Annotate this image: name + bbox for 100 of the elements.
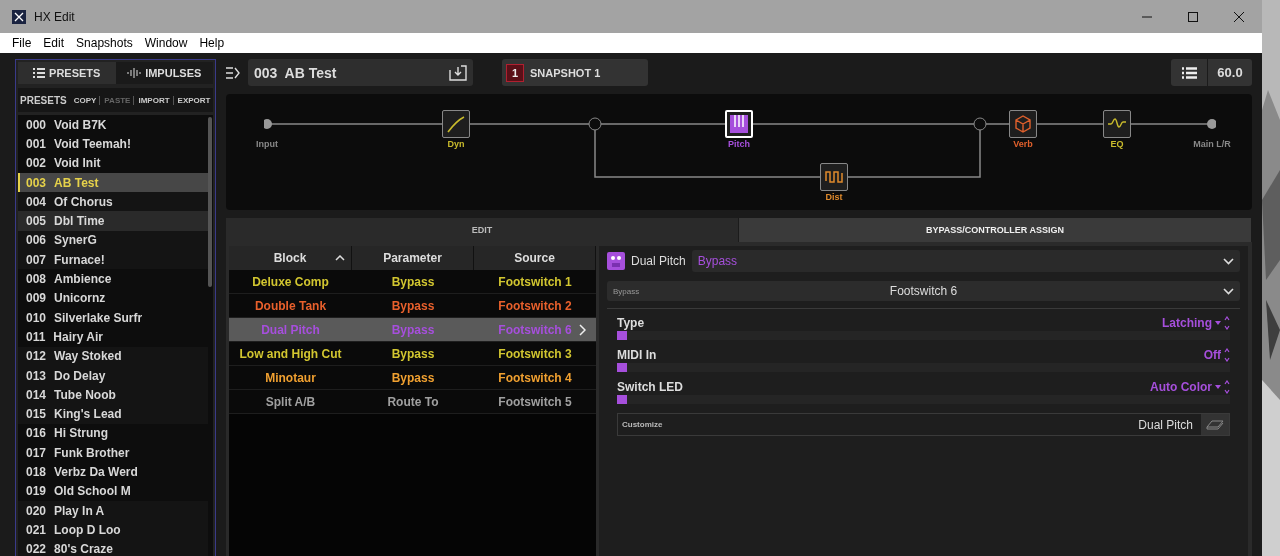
- preset-name: Dbl Time: [54, 214, 105, 229]
- table-cell: Bypass: [391, 322, 435, 337]
- preset-name: Void B7K: [54, 117, 107, 132]
- preset-item[interactable]: 017 Funk Brother: [18, 443, 208, 463]
- preset-item[interactable]: 013 Do Delay: [18, 365, 208, 386]
- preset-name: Silverlake Surfr: [54, 310, 143, 325]
- column-header[interactable]: Block: [229, 246, 352, 270]
- maximize-icon: [1188, 11, 1198, 22]
- spinner-icon[interactable]: [1224, 316, 1230, 330]
- column-header[interactable]: Parameter: [352, 246, 474, 270]
- toolbar-action[interactable]: COPY: [73, 95, 97, 105]
- preset-name: Loop D Loo: [54, 522, 121, 537]
- table-cell: Bypass: [391, 370, 435, 385]
- preset-item[interactable]: 003 AB Test: [18, 172, 208, 193]
- preset-number: 008: [26, 272, 47, 286]
- effect-block[interactable]: [1103, 110, 1131, 138]
- preset-item[interactable]: 006 SynerG: [18, 230, 208, 251]
- table-cell: Minotaur: [265, 370, 316, 385]
- slider-track[interactable]: [617, 331, 1230, 340]
- cube-icon: [1013, 114, 1033, 134]
- preset-name: SynerG: [54, 233, 97, 248]
- tempo-display[interactable]: 60.0: [1208, 59, 1252, 86]
- input-label: Input: [256, 139, 278, 149]
- close-icon: [1234, 11, 1244, 22]
- eraser-icon: [1206, 419, 1224, 430]
- preset-name: Way Stoked: [54, 349, 122, 364]
- setting-value[interactable]: Latching: [1162, 316, 1212, 330]
- block-label: EQ: [1110, 139, 1124, 149]
- menu-item[interactable]: File: [6, 36, 38, 50]
- preset-number: 002: [26, 156, 47, 171]
- spinner-icon[interactable]: [1224, 380, 1230, 394]
- library-tab[interactable]: IMPULSES: [115, 62, 213, 84]
- preset-item[interactable]: 005 Dbl Time: [18, 211, 208, 231]
- table-row[interactable]: Split A/B Route To Footswitch 5: [229, 390, 596, 414]
- preset-item[interactable]: 008 Ambience: [18, 269, 208, 289]
- editor-tab[interactable]: EDIT: [226, 218, 739, 242]
- menu-item[interactable]: Edit: [37, 36, 71, 50]
- menu-item[interactable]: Snapshots: [70, 36, 139, 50]
- preset-number: 007: [26, 252, 47, 267]
- table-cell: Bypass: [391, 346, 435, 361]
- setting-value[interactable]: Auto Color: [1150, 380, 1212, 394]
- preset-item[interactable]: 016 Hi Strung: [18, 423, 208, 444]
- preset-number: 005: [26, 214, 47, 229]
- table-row[interactable]: Deluxe Comp Bypass Footswitch 1: [229, 270, 596, 294]
- menu-item[interactable]: Window: [138, 36, 194, 50]
- snapshot-button[interactable]: 1 SNAPSHOT 1: [502, 59, 648, 86]
- toolbar-action[interactable]: EXPORT: [172, 95, 211, 105]
- chevron-right-icon: [579, 324, 586, 336]
- preset-item[interactable]: 004 Of Chorus: [18, 192, 208, 212]
- window-title: HX Edit: [34, 9, 75, 24]
- preset-name: Of Chorus: [54, 194, 113, 209]
- preset-name-field[interactable]: 003 AB Test: [248, 59, 473, 86]
- preset-item[interactable]: 012 Way Stoked: [18, 346, 208, 366]
- column-header[interactable]: Source: [474, 246, 596, 270]
- slider-track[interactable]: [617, 363, 1230, 372]
- preset-item[interactable]: 000 Void B7K: [18, 115, 208, 135]
- effect-block[interactable]: [442, 110, 470, 138]
- toolbar-action[interactable]: IMPORT: [133, 95, 170, 105]
- preset-item[interactable]: 020 Play In A: [18, 500, 208, 521]
- table-row[interactable]: Double Tank Bypass Footswitch 2: [229, 294, 596, 318]
- sort-up-icon: [335, 255, 345, 261]
- menu-arrow-icon[interactable]: [226, 66, 240, 79]
- preset-item[interactable]: 010 Silverlake Surfr: [18, 307, 208, 328]
- setting-value[interactable]: Off: [1203, 348, 1221, 362]
- menu-item[interactable]: Help: [193, 36, 231, 50]
- preset-number: 010: [26, 310, 47, 325]
- library-tab[interactable]: PRESETS: [18, 62, 116, 84]
- table-row[interactable]: Low and High Cut Bypass Footswitch 3: [229, 342, 596, 366]
- preset-item[interactable]: 007 Furnace!: [18, 250, 208, 270]
- preset-item[interactable]: 001 Void Teemah!: [18, 134, 208, 154]
- source-dropdown[interactable]: Bypass Footswitch 6: [607, 281, 1240, 301]
- table-cell: Double Tank: [254, 298, 327, 313]
- list-view-button[interactable]: [1171, 59, 1207, 86]
- save-icon[interactable]: [449, 64, 467, 81]
- preset-item[interactable]: 015 King's Lead: [18, 404, 208, 424]
- preset-item[interactable]: 011 Hairy Air: [18, 327, 208, 347]
- customize-field[interactable]: Customize Dual Pitch: [617, 413, 1230, 436]
- eraser-button[interactable]: [1201, 414, 1229, 435]
- snapshot-label: SNAPSHOT 1: [530, 66, 601, 79]
- table-row[interactable]: Minotaur Bypass Footswitch 4: [229, 366, 596, 390]
- preset-name: Ambience: [54, 272, 112, 286]
- slider-thumb[interactable]: [617, 395, 627, 404]
- scrollbar-thumb[interactable]: [208, 117, 212, 287]
- preset-number: 019: [26, 484, 47, 499]
- preset-name: Verbz Da Werd: [54, 465, 138, 479]
- slider-track[interactable]: [617, 395, 1230, 404]
- table-cell: Footswitch 6: [498, 322, 572, 337]
- preset-item[interactable]: 018 Verbz Da Werd: [18, 462, 208, 482]
- table-cell: Low and High Cut: [239, 346, 342, 361]
- editor-tab[interactable]: BYPASS/CONTROLLER ASSIGN: [739, 218, 1252, 242]
- slider-thumb[interactable]: [617, 331, 627, 340]
- presets-title: PRESETS: [20, 94, 67, 106]
- preset-item[interactable]: 002 Void Init: [18, 153, 208, 173]
- spinner-icon[interactable]: [1224, 348, 1230, 362]
- preset-item[interactable]: 014 Tube Noob: [18, 385, 208, 405]
- slider-thumb[interactable]: [617, 363, 627, 372]
- preset-item[interactable]: 019 Old School M: [18, 481, 208, 501]
- preset-item[interactable]: 021 Loop D Loo: [18, 520, 208, 540]
- block-label: Verb: [1013, 139, 1033, 149]
- preset-item[interactable]: 009 Unicornz: [18, 288, 208, 308]
